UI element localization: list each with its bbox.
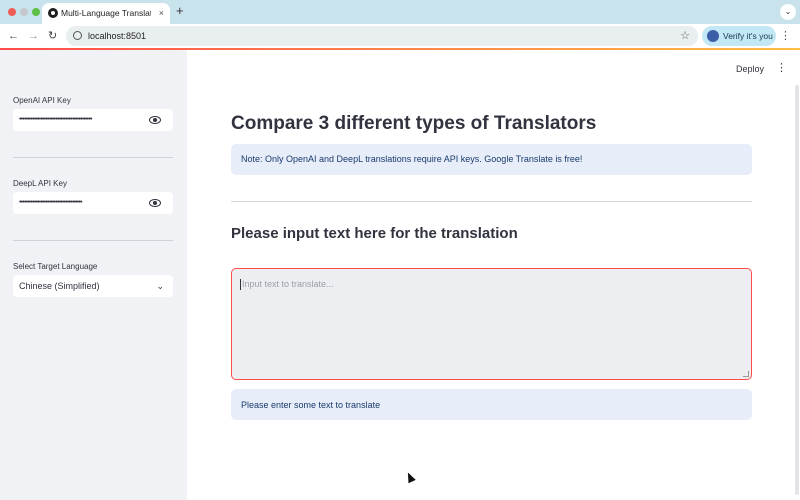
status-message-box: Please enter some text to translate (231, 389, 752, 420)
target-language-value: Chinese (Simplified) (19, 281, 100, 291)
status-message-text: Please enter some text to translate (241, 400, 381, 410)
api-note-box: Note: Only OpenAI and DeepL translations… (231, 144, 752, 175)
url-text: localhost:8501 (88, 31, 147, 41)
site-info-icon[interactable] (73, 31, 82, 40)
tab-close-icon[interactable]: × (159, 7, 164, 19)
minimize-window-icon[interactable] (20, 8, 28, 16)
tab-title: Multi-Language Translation P (61, 8, 151, 18)
sidebar: OpenAI API Key •••••••••••••••••••••••••… (0, 50, 187, 500)
target-language-label: Select Target Language (13, 262, 98, 271)
deepl-key-label: DeepL API Key (13, 179, 67, 188)
verify-profile-button[interactable]: Verify it's you (702, 26, 776, 46)
app-menu-icon[interactable]: ⋮ (776, 62, 787, 74)
main-divider (231, 201, 752, 202)
api-note-text: Note: Only OpenAI and DeepL translations… (241, 154, 583, 164)
openai-key-input[interactable]: ••••••••••••••••••••••••••••••••••••••••… (13, 109, 173, 131)
maximize-window-icon[interactable] (32, 8, 40, 16)
close-window-icon[interactable] (8, 8, 16, 16)
reload-icon[interactable]: ↻ (48, 29, 57, 43)
translation-input[interactable]: Input text to translate... (231, 268, 752, 380)
chevron-down-icon: ⌄ (156, 281, 164, 291)
back-arrow-icon[interactable]: ← (8, 29, 19, 43)
browser-toolbar: ← → ↻ localhost:8501 ☆ Verify it's you ⋮ (0, 24, 800, 48)
tab-search-icon[interactable]: ⌄ (780, 4, 796, 20)
openai-key-label: OpenAI API Key (13, 96, 71, 105)
eye-icon[interactable] (149, 199, 161, 207)
deepl-key-input[interactable]: •••••••••••••••••••••••••••••••••••••• (13, 192, 173, 214)
verify-label: Verify it's you (723, 31, 773, 41)
openai-key-value: ••••••••••••••••••••••••••••••••••••••••… (19, 116, 92, 123)
page-title: Compare 3 different types of Translators (231, 113, 597, 134)
translation-input-placeholder: Input text to translate... (242, 279, 334, 289)
kebab-menu-icon[interactable]: ⋮ (780, 29, 791, 43)
deploy-button[interactable]: Deploy (736, 63, 764, 75)
browser-tab-bar: Multi-Language Translation P × + ⌄ (0, 0, 800, 24)
browser-tab[interactable]: Multi-Language Translation P × (42, 3, 170, 24)
section-title: Please input text here for the translati… (231, 225, 518, 242)
mouse-pointer-icon (404, 470, 416, 484)
deepl-key-value: •••••••••••••••••••••••••••••••••••••• (19, 199, 83, 206)
target-language-select[interactable]: Chinese (Simplified) ⌄ (13, 275, 173, 297)
streamlit-favicon-icon (48, 8, 58, 18)
eye-icon[interactable] (149, 116, 161, 124)
text-cursor (240, 279, 241, 290)
resize-handle[interactable] (743, 371, 749, 377)
new-tab-button[interactable]: + (176, 4, 184, 18)
profile-avatar (707, 30, 719, 42)
sidebar-divider (13, 157, 173, 158)
star-icon[interactable]: ☆ (680, 29, 690, 43)
sidebar-divider (13, 240, 173, 241)
forward-arrow-icon[interactable]: → (28, 29, 39, 43)
address-bar[interactable]: localhost:8501 ☆ (66, 26, 698, 46)
main-scrollbar[interactable] (795, 85, 799, 495)
